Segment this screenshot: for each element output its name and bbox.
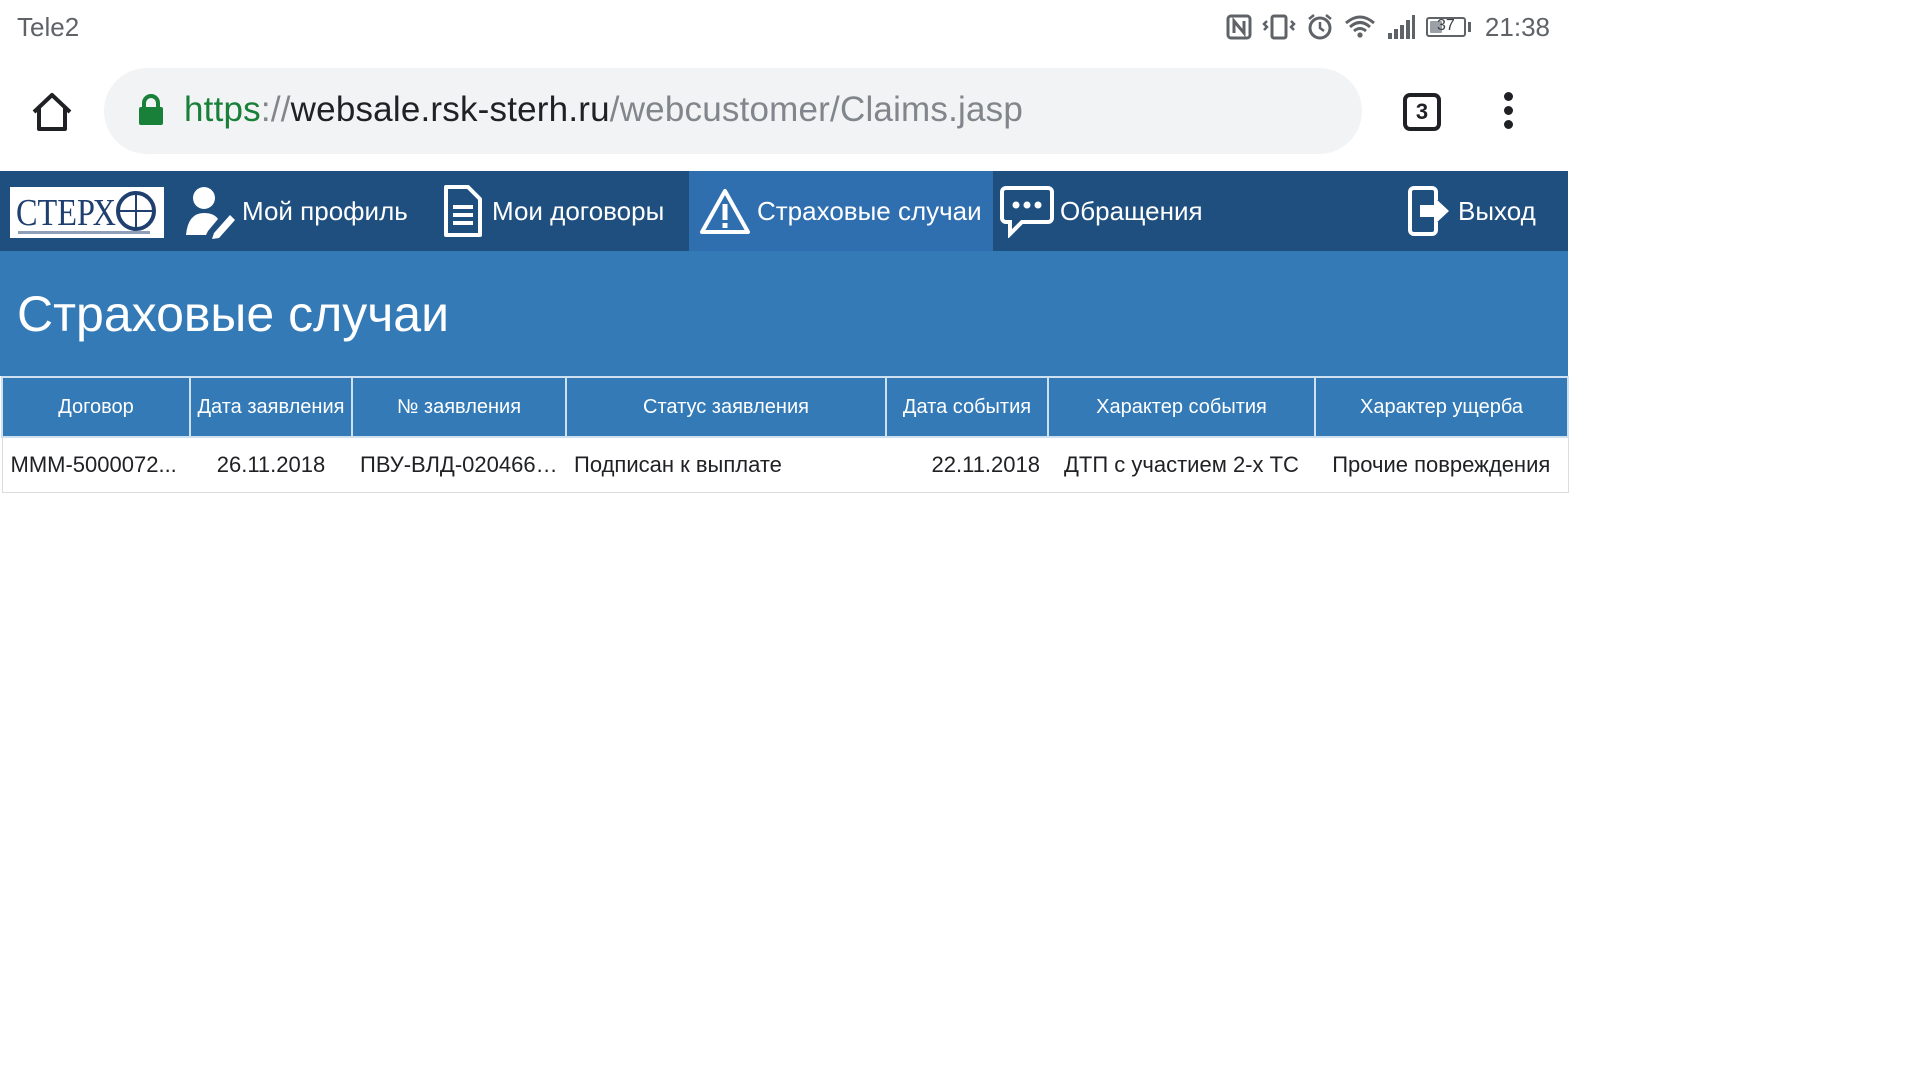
warning-icon xyxy=(700,189,750,234)
nav-item-claims[interactable]: Страховые случаи xyxy=(689,171,993,251)
column-header-event-type[interactable]: Характер события xyxy=(1047,376,1316,438)
document-icon xyxy=(444,185,482,237)
svg-text:СТЕРХ: СТЕРХ xyxy=(16,192,116,234)
column-header-application-date[interactable]: Дата заявления xyxy=(189,376,353,438)
wifi-icon xyxy=(1344,15,1375,38)
table-header-row: Договор Дата заявления № заявления Стату… xyxy=(1,376,1569,438)
battery-tip xyxy=(1467,22,1471,32)
user-edit-icon xyxy=(186,187,235,239)
page-header: Страховые случаи xyxy=(0,251,1568,376)
column-header-damage-type[interactable]: Характер ущерба xyxy=(1314,376,1569,438)
nav-item-label: Обращения xyxy=(1060,195,1203,226)
logo-graphic: СТЕРХ xyxy=(16,191,156,234)
url-scheme: https xyxy=(184,90,261,129)
claims-table: Договор Дата заявления № заявления Стату… xyxy=(1,376,1569,493)
column-header-application-number[interactable]: № заявления xyxy=(351,376,567,438)
column-header-event-date[interactable]: Дата события xyxy=(885,376,1049,438)
page-title: Страховые случаи xyxy=(17,286,450,342)
cell-event-date: 22.11.2018 xyxy=(886,437,1048,493)
nav-item-requests[interactable]: Обращения xyxy=(1000,171,1203,251)
nav-item-label: Мои договоры xyxy=(492,195,665,226)
battery-level: 37 xyxy=(1437,17,1455,34)
browser-toolbar: https://websale.rsk-sterh.ru/webcustomer… xyxy=(0,54,1568,171)
cell-application-status: Подписан к выплате xyxy=(566,437,886,493)
address-bar[interactable]: https://websale.rsk-sterh.ru/webcustomer… xyxy=(104,68,1362,154)
chat-icon xyxy=(1000,186,1054,238)
clock: 21:38 xyxy=(1484,11,1550,42)
battery-icon: 37 xyxy=(1425,17,1466,37)
cell-event-type: ДТП с участием 2-х ТС xyxy=(1048,437,1315,493)
status-bar: Tele2 37 21:38 xyxy=(0,0,1568,54)
site-navbar: СТЕРХ Мой профиль Мои договоры Страховые… xyxy=(0,171,1568,251)
status-icons: 37 21:38 xyxy=(1226,10,1550,44)
tab-switcher-button[interactable]: 3 xyxy=(1403,93,1441,131)
column-header-contract[interactable]: Договор xyxy=(1,376,191,438)
logout-icon xyxy=(1408,186,1449,236)
company-logo[interactable]: СТЕРХ xyxy=(10,187,164,238)
column-header-application-status[interactable]: Статус заявления xyxy=(565,376,887,438)
home-icon[interactable] xyxy=(28,88,76,136)
url-text[interactable]: https://websale.rsk-sterh.ru/webcustomer… xyxy=(184,90,1023,130)
nav-item-contracts[interactable]: Мои договоры xyxy=(440,171,664,251)
table-row[interactable]: МММ-5000072... 26.11.2018 ПВУ-ВЛД-020466… xyxy=(1,437,1569,493)
lock-icon xyxy=(139,94,163,125)
alarm-icon xyxy=(1308,14,1332,40)
cell-damage-type: Прочие повреждения xyxy=(1315,437,1569,493)
nav-logout[interactable]: Выход xyxy=(1406,171,1536,251)
nav-item-label: Страховые случаи xyxy=(757,195,982,226)
nav-item-profile[interactable]: Мой профиль xyxy=(184,171,408,251)
cell-contract[interactable]: МММ-5000072... xyxy=(1,437,190,493)
nfc-icon xyxy=(1226,14,1252,40)
url-separator: :// xyxy=(260,90,291,129)
signal-icon xyxy=(1387,15,1415,39)
cell-application-date: 26.11.2018 xyxy=(190,437,352,493)
url-host: websale.rsk-sterh.ru xyxy=(290,90,610,129)
more-menu-icon[interactable] xyxy=(1496,92,1520,132)
nav-logout-label: Выход xyxy=(1458,195,1536,226)
cell-application-number[interactable]: ПВУ-ВЛД-020466/... xyxy=(352,437,566,493)
carrier-name: Tele2 xyxy=(17,12,80,42)
url-path: /webcustomer/Claims.jasp xyxy=(609,90,1024,129)
nav-item-label: Мой профиль xyxy=(242,195,408,226)
vibrate-icon xyxy=(1262,14,1296,40)
